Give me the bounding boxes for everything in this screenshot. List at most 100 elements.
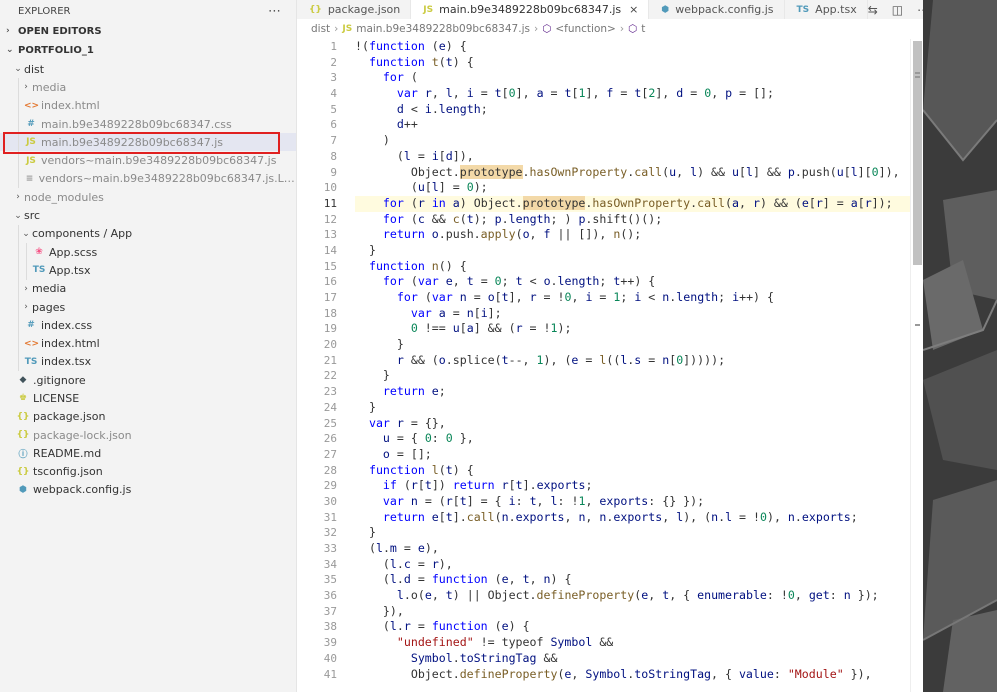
indent-guide (18, 279, 19, 298)
code-line[interactable]: for (var n = o[t], r = !0, i = 1; i < n.… (355, 290, 910, 306)
tree-item[interactable]: TS index.tsx (0, 352, 296, 372)
code-line[interactable]: r && (o.splice(t--, 1), (e = l((l.s = n[… (355, 353, 910, 369)
code-line[interactable]: } (355, 400, 910, 416)
code-line[interactable]: var n = (r[t] = { i: t, l: !1, exports: … (355, 494, 910, 510)
tree-item[interactable]: {} package-lock.json (0, 426, 296, 444)
code-line[interactable]: u = { 0: 0 }, (355, 431, 910, 447)
code-line[interactable]: return e; (355, 384, 910, 400)
code-line[interactable]: for ( (355, 70, 910, 86)
tree-item[interactable]: <> index.html (0, 334, 296, 353)
editor-tab[interactable]: JS main.b9e3489228b09bc68347.js × (411, 0, 650, 19)
breadcrumb-separator: › (619, 23, 625, 35)
code-line[interactable]: }), (355, 604, 910, 620)
code-line[interactable]: !(function (e) { (355, 39, 910, 55)
breadcrumb-separator: › (334, 23, 339, 35)
tree-item[interactable]: › media (0, 279, 296, 298)
tree-item[interactable]: › media (0, 78, 296, 97)
code-line[interactable]: ) (355, 133, 910, 149)
tree-item[interactable]: TS App.tsx (0, 261, 296, 280)
code-line[interactable]: function t(t) { (355, 55, 910, 71)
more-actions-icon[interactable]: ⋯ (268, 4, 282, 19)
code-line[interactable]: Symbol.toStringTag && (355, 651, 910, 667)
code-line[interactable]: (u[l] = 0); (355, 180, 910, 196)
line-number: 37 (323, 604, 337, 618)
tree-item[interactable]: ⌄ src (0, 206, 296, 224)
split-editor-icon[interactable]: ◫ (892, 3, 903, 17)
code-line[interactable]: 0 !== u[a] && (r = !1); (355, 321, 910, 337)
code-line[interactable]: Object.prototype.hasOwnProperty.call(u, … (355, 164, 910, 181)
code-line[interactable]: d < i.length; (355, 102, 910, 118)
tree-item[interactable]: {} package.json (0, 408, 296, 426)
code-line[interactable]: if (r[t]) return r[t].exports; (355, 478, 910, 494)
code-line[interactable]: l.o(e, t) || Object.defineProperty(e, t,… (355, 588, 910, 604)
vertical-scrollbar[interactable] (910, 39, 923, 692)
code-line[interactable]: function l(t) { (355, 463, 910, 479)
code-line[interactable]: } (355, 243, 910, 259)
cube-icon: ⬡ (542, 23, 552, 35)
close-icon[interactable]: × (629, 3, 638, 16)
code-line[interactable]: (l = i[d]), (355, 149, 910, 165)
editor-tab[interactable]: ⬢ webpack.config.js (649, 0, 785, 19)
breadcrumb-file[interactable]: main.b9e3489228b09bc68347.js (356, 23, 530, 35)
line-number: 20 (323, 338, 337, 352)
code-editor[interactable]: 1 2 3 4 5 6 7 8 9 10 11 12 13 14 15 16 17 18 19 20 21 22 23 24 2… (297, 39, 910, 692)
open-editors-section[interactable]: › OPEN EDITORS (0, 22, 296, 40)
breadcrumb-symbol[interactable]: t (641, 23, 645, 35)
tree-item[interactable]: ⓘ README.md (0, 444, 296, 462)
line-number: 34 (323, 557, 337, 571)
code-line[interactable]: } (355, 368, 910, 384)
line-number: 12 (323, 212, 337, 226)
editor-tab[interactable]: {} package.json (297, 0, 412, 19)
tree-item[interactable]: ◆ .gitignore (0, 371, 296, 389)
tree-item[interactable]: JS main.b9e3489228b09bc68347.js (0, 133, 296, 152)
code-line[interactable]: } (355, 337, 910, 353)
tree-item[interactable]: # main.b9e3489228b09bc68347.css (0, 114, 296, 134)
code-line[interactable]: (l.c = r), (355, 557, 910, 573)
code-line[interactable]: for (c && c(t); p.length; ) p.shift()(); (355, 212, 910, 228)
tree-item[interactable]: ⌄ dist (0, 60, 296, 78)
breadcrumb: dist › JS main.b9e3489228b09bc68347.js ›… (297, 19, 923, 39)
code-line[interactable]: d++ (355, 117, 910, 133)
tree-item[interactable]: ❀ App.scss (0, 242, 296, 262)
tree-item[interactable]: › pages (0, 297, 296, 317)
line-number: 36 (323, 589, 337, 603)
breadcrumb-folder[interactable]: dist (311, 23, 330, 35)
code-line[interactable]: } (355, 525, 910, 541)
code-line[interactable]: (l.m = e), (355, 541, 910, 557)
code-line[interactable]: Object.defineProperty(e, Symbol.toString… (355, 667, 910, 683)
code-line[interactable]: return e[t].call(n.exports, n, n.exports… (355, 510, 910, 526)
tree-item[interactable]: › node_modules (0, 188, 296, 206)
code-line[interactable]: for (var e, t = 0; t < o.length; t++) { (355, 274, 910, 290)
project-section[interactable]: ⌄ PORTFOLIO_1 (0, 41, 296, 59)
tree-item[interactable]: JS vendors~main.b9e3489228b09bc68347.js (0, 151, 296, 170)
chevron-down-icon: ⌄ (22, 228, 30, 239)
tree-item[interactable]: # index.css (0, 316, 296, 335)
line-number: 40 (323, 651, 337, 665)
tree-item[interactable]: ⌄ components / App (0, 224, 296, 243)
line-number: 18 (323, 306, 337, 320)
tree-item[interactable]: {} tsconfig.json (0, 463, 296, 481)
line-number: 19 (323, 322, 337, 336)
code-line[interactable]: "undefined" != typeof Symbol && (355, 635, 910, 651)
tree-item[interactable]: <> index.html (0, 96, 296, 115)
tree-item[interactable]: ≡ vendors~main.b9e3489228b09bc68347.js.LI… (0, 169, 296, 189)
scrollbar-thumb[interactable] (913, 41, 922, 265)
line-number: 26 (323, 432, 337, 446)
code-line[interactable]: return o.push.apply(o, f || []), n(); (355, 227, 910, 243)
compare-icon[interactable]: ⇆ (868, 3, 878, 17)
code-line[interactable]: var r, l, i = t[0], a = t[1], f = t[2], … (355, 86, 910, 102)
code-line[interactable]: for (r in a) Object.prototype.hasOwnProp… (355, 195, 910, 212)
code-line[interactable]: (l.r = function (e) { (355, 619, 910, 635)
editor-tab[interactable]: TS App.tsx (785, 0, 868, 19)
tree-item[interactable]: ♚ LICENSE (0, 389, 296, 407)
code-line[interactable]: (l.d = function (e, t, n) { (355, 572, 910, 588)
breadcrumb-function[interactable]: <function> (555, 23, 616, 35)
code-line[interactable]: var r = {}, (355, 416, 910, 432)
code-lines[interactable]: !(function (e) { function t(t) { for ( v… (355, 39, 910, 682)
code-line[interactable]: var a = n[i]; (355, 306, 910, 322)
line-number: 27 (323, 447, 337, 461)
code-line[interactable]: o = []; (355, 447, 910, 463)
code-line[interactable]: function n() { (355, 259, 910, 275)
tree-item-label: media (32, 80, 67, 94)
tree-item[interactable]: ⬢ webpack.config.js (0, 481, 296, 499)
